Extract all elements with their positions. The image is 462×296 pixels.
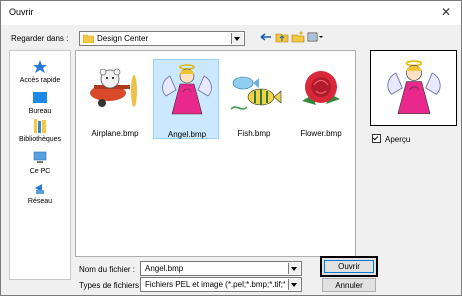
look-in-dropdown[interactable]: Design Center <box>79 31 245 46</box>
fish-thumbnail <box>230 76 282 110</box>
angel-thumbnail <box>162 64 212 115</box>
preview-pane <box>370 50 457 126</box>
place-desktop[interactable]: Bureau <box>10 90 70 115</box>
close-button[interactable]: ✕ <box>437 4 455 20</box>
file-name: Airplane.bmp <box>91 129 139 138</box>
file-item-flower[interactable]: Flower.bmp <box>288 59 354 139</box>
star-icon <box>33 60 47 73</box>
view-menu-icon[interactable] <box>307 30 325 44</box>
chevron-down-icon[interactable] <box>288 263 300 274</box>
new-folder-icon[interactable] <box>291 30 305 44</box>
filetype-label: Types de fichiers : <box>79 281 144 290</box>
look-in-value: Design Center <box>97 34 149 43</box>
places-bar: Accès rapide Bureau Bibliothèques Ce PC … <box>9 50 71 280</box>
file-name: Flower.bmp <box>300 129 342 138</box>
checkbox-checked-icon[interactable] <box>372 134 381 143</box>
folder-icon <box>83 34 94 43</box>
open-button[interactable]: Ouvrir <box>320 256 378 277</box>
filetype-dropdown[interactable]: Fichiers PEL et image (*.pel;*.bmp;*.tif… <box>140 277 302 292</box>
desktop-icon <box>33 92 47 103</box>
preview-checkbox-label: Aperçu <box>385 135 411 144</box>
computer-icon <box>33 151 47 163</box>
file-item-airplane[interactable]: Airplane.bmp <box>82 59 148 139</box>
open-button-label: Ouvrir <box>324 260 374 273</box>
place-label: Ce PC <box>29 168 51 175</box>
title-bar: Ouvrir ✕ <box>1 1 461 25</box>
flower-thumbnail <box>302 71 340 105</box>
chevron-down-icon[interactable] <box>288 279 300 290</box>
cancel-button[interactable]: Annuler <box>322 278 376 292</box>
dialog-title: Ouvrir <box>9 7 34 17</box>
airplane-thumbnail <box>90 68 137 107</box>
place-label: Bibliothèques <box>18 136 62 143</box>
place-libraries[interactable]: Bibliothèques <box>10 118 70 143</box>
file-name: Fish.bmp <box>237 129 271 138</box>
angel-preview <box>387 60 441 114</box>
place-label: Réseau <box>27 198 53 205</box>
back-icon[interactable] <box>259 30 273 44</box>
file-item-fish[interactable]: Fish.bmp <box>221 59 287 139</box>
filetype-value: Fichiers PEL et image (*.pel;*.bmp;*.tif… <box>145 280 285 289</box>
place-network[interactable]: Réseau <box>10 180 70 205</box>
preview-checkbox[interactable]: Aperçu <box>372 134 410 144</box>
place-quick-access[interactable]: Accès rapide <box>10 59 70 84</box>
up-folder-icon[interactable] <box>275 30 289 44</box>
libraries-icon <box>34 119 46 133</box>
chevron-down-icon[interactable] <box>231 33 243 44</box>
place-label: Accès rapide <box>19 77 61 84</box>
file-item-angel[interactable]: Angel.bmp <box>153 59 219 139</box>
place-label: Bureau <box>28 108 52 115</box>
filename-value: Angel.bmp <box>145 264 184 273</box>
network-icon <box>35 184 44 194</box>
filename-label: Nom du fichier : <box>79 265 136 274</box>
look-in-label: Regarder dans : <box>11 34 69 43</box>
filename-input[interactable]: Angel.bmp <box>140 261 302 276</box>
file-name: Angel.bmp <box>167 130 207 139</box>
file-list[interactable]: Airplane.bmp Angel.bmp Fish.bmp Flower.b… <box>75 50 356 257</box>
open-dialog: Ouvrir ✕ Regarder dans : Design Center A… <box>0 0 462 296</box>
place-this-pc[interactable]: Ce PC <box>10 150 70 175</box>
